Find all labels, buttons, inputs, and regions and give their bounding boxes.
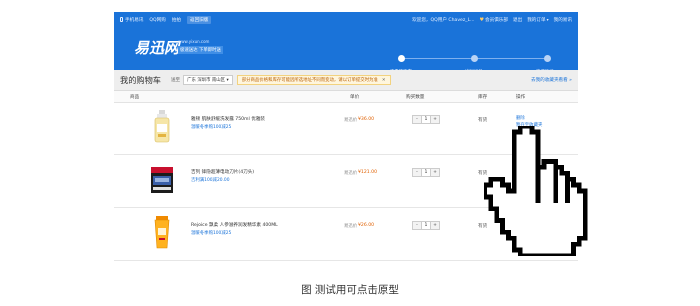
- quantity-stepper: - 1 +: [412, 168, 440, 177]
- product-name[interactable]: Rejoice 飘柔 人参滋养润发精华素 400ML: [191, 222, 278, 228]
- hand-pointer-icon: [484, 126, 588, 256]
- site-header: 易迅网 www.yixun.com 极速送达 下单即时送 查看购物车 填写订单 …: [114, 28, 578, 75]
- chevron-down-icon: ▾: [226, 78, 229, 83]
- increase-button[interactable]: +: [431, 116, 439, 123]
- delete-link[interactable]: 删除: [516, 115, 525, 121]
- my-orders-menu[interactable]: 我的订单▾: [527, 17, 548, 23]
- increase-button[interactable]: +: [431, 169, 439, 176]
- my-yixun-link[interactable]: 我的易讯: [554, 17, 572, 23]
- shampoo-bottle-image[interactable]: [150, 110, 174, 144]
- region-select[interactable]: 广东 深圳市 南山区 ▾: [183, 75, 233, 85]
- col-stock: 库存: [478, 95, 488, 100]
- phone-icon: [120, 17, 123, 22]
- top-links-bar: 手机易讯 QQ网购 拍拍 返回旧版 欢迎您，QQ用户 Chavez_L... ♥…: [114, 12, 578, 28]
- checkout-progress: [398, 55, 551, 62]
- member-club-link[interactable]: ♥会员俱乐部: [480, 17, 508, 23]
- increase-button[interactable]: +: [431, 222, 439, 229]
- favorites-link[interactable]: 去我的收藏夹看看 »: [531, 77, 572, 83]
- chevron-down-icon: ▾: [546, 17, 549, 22]
- stock-status: 有货: [478, 118, 488, 123]
- logout-link[interactable]: 退出: [513, 17, 522, 23]
- price-label: 易迅价: [344, 171, 358, 176]
- step-dot-done: [544, 55, 551, 62]
- conditioner-tube-image[interactable]: [150, 216, 174, 250]
- greeting-text: 欢迎您，QQ用户 Chavez_L...: [412, 18, 475, 23]
- col-product: 商品: [130, 95, 140, 100]
- step-dot-order: [471, 55, 478, 62]
- decrease-button[interactable]: -: [413, 222, 421, 229]
- product-name[interactable]: 吉列 锋隐超薄电动刀片(4刀头): [191, 169, 254, 175]
- region-label: 送至: [170, 78, 181, 83]
- product-price: ¥121.00: [358, 170, 377, 175]
- qq-shopping-link[interactable]: QQ网购: [149, 17, 165, 23]
- decrease-button[interactable]: -: [413, 169, 421, 176]
- promo-link[interactable]: 温暖冬季购100减25: [191, 124, 231, 130]
- quantity-input[interactable]: 1: [421, 116, 431, 123]
- heart-icon: ♥: [479, 17, 485, 23]
- product-price: ¥26.00: [358, 223, 375, 228]
- close-icon[interactable]: ✕: [382, 78, 386, 83]
- promo-link[interactable]: 温暖冬季购100减25: [191, 230, 231, 236]
- quantity-stepper: - 1 +: [412, 115, 440, 124]
- col-quantity: 购买数量: [406, 95, 425, 100]
- cart-title-bar: 我的购物车 送至 广东 深圳市 南山区 ▾ 部分商品价格和库存可能因所选地址不同…: [114, 70, 578, 91]
- decrease-button[interactable]: -: [413, 116, 421, 123]
- quantity-input[interactable]: 1: [421, 169, 431, 176]
- quantity-stepper: - 1 +: [412, 221, 440, 230]
- price-label: 易迅价: [344, 118, 358, 123]
- product-price: ¥36.00: [358, 117, 375, 122]
- quantity-input[interactable]: 1: [421, 222, 431, 229]
- step-dot-cart: [398, 55, 405, 62]
- promo-link[interactable]: 吉利满100减20.00: [191, 177, 230, 183]
- price-notice: 部分商品价格和库存可能因所选地址不同而变动，请以订单提交时为准 ✕: [236, 75, 391, 85]
- site-slogan: 极速送达 下单即时送: [178, 46, 223, 54]
- site-logo[interactable]: 易迅网: [134, 37, 179, 58]
- mobile-link[interactable]: 手机易讯: [120, 17, 143, 23]
- product-name[interactable]: 雅顿 肌肤舒缓洗发露 750ml 优雅装: [191, 116, 265, 122]
- col-ops: 操作: [516, 95, 526, 100]
- col-price: 单价: [350, 95, 360, 100]
- paipai-link[interactable]: 拍拍: [172, 17, 181, 23]
- old-version-link[interactable]: 返回旧版: [187, 16, 212, 24]
- razor-box-image[interactable]: [150, 163, 174, 197]
- figure-caption: 图 测试用可点击原型: [301, 284, 399, 296]
- cart-title: 我的购物车: [120, 75, 161, 85]
- site-url: www.yixun.com: [178, 39, 210, 44]
- cart-column-header: 商品 单价 购买数量 库存 操作: [114, 91, 578, 103]
- price-label: 易迅价: [344, 224, 358, 229]
